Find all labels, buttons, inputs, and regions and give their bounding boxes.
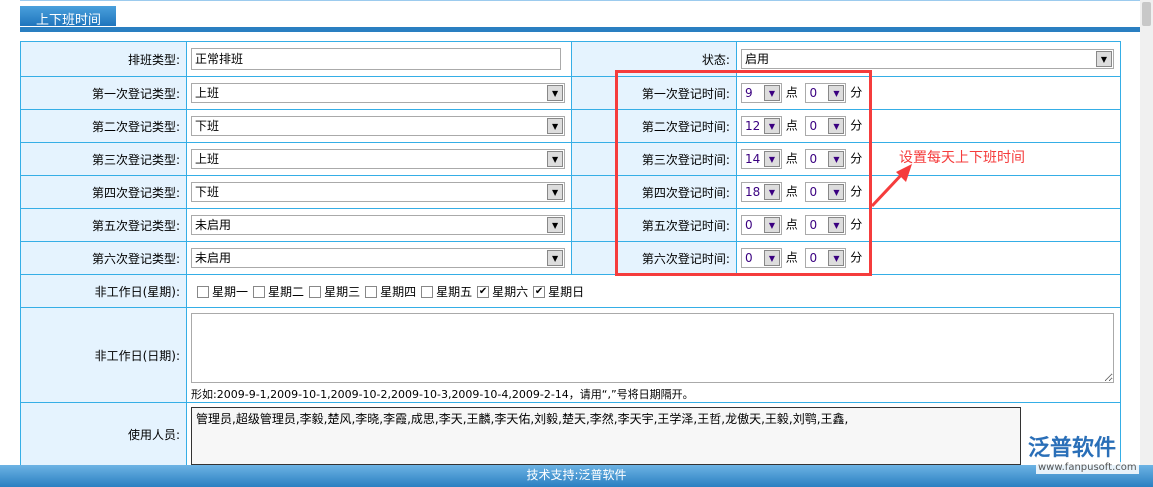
weekday-checkbox[interactable]: 星期五	[421, 283, 472, 300]
type-select[interactable]: 上班 ▼	[191, 83, 566, 103]
schedule-form: 排班类型: 正常排班 状态: 启用 ▼ 第一次登记类型: 上班 ▼ 第一次登记时间:…	[19, 41, 1122, 466]
weekday-checkbox[interactable]: 星期二	[253, 283, 304, 300]
type-label: 第五次登记类型:	[19, 208, 188, 242]
section-tab[interactable]: 上下班时间	[20, 6, 116, 28]
weekday-label: 星期四	[380, 284, 417, 299]
weekday-checkbox[interactable]: 星期三	[309, 283, 360, 300]
weekday-checkbox[interactable]: 星期一	[197, 283, 248, 300]
checkbox-icon[interactable]	[365, 286, 378, 298]
weekday-checkbox[interactable]: 星期四	[365, 283, 416, 300]
weekday-label: 星期五	[436, 284, 473, 299]
type-label: 第六次登记类型:	[19, 241, 188, 275]
type-label: 第一次登记类型:	[19, 76, 188, 110]
type-select[interactable]: 未启用 ▼	[191, 215, 566, 235]
chevron-down-icon: ▼	[547, 85, 564, 101]
type-label: 第三次登记类型:	[19, 142, 188, 176]
users-field[interactable]: 管理员,超级管理员,李毅,楚风,李晓,李霞,成思,李天,王麟,李天佑,刘毅,楚天…	[191, 407, 1022, 465]
weekday-checkboxes: 星期一 星期二 星期三 星期四 星期五 ✔ 星期六 ✔ 星期日	[186, 274, 1121, 308]
weekday-label: 星期日	[548, 284, 585, 299]
type-value: 上班	[195, 86, 220, 100]
section-bar	[20, 27, 1140, 32]
weekday-checkbox[interactable]: ✔ 星期六	[477, 283, 528, 300]
annotation-arrow-icon	[870, 164, 912, 208]
weekdays-label: 非工作日(星期):	[19, 274, 188, 308]
chevron-down-icon: ▼	[547, 250, 564, 266]
vertical-scrollbar[interactable]	[1140, 0, 1153, 465]
dates-textarea[interactable]	[191, 312, 1115, 383]
type-value: 上班	[195, 152, 220, 166]
chevron-down-icon: ▼	[547, 184, 564, 200]
type-value: 下班	[195, 119, 220, 133]
chevron-down-icon: ▼	[547, 217, 564, 233]
users-label: 使用人员:	[19, 402, 188, 466]
highlight-box	[615, 70, 872, 276]
scrollbar-thumb[interactable]	[1142, 2, 1151, 26]
weekday-checkbox[interactable]: ✔ 星期日	[533, 283, 584, 300]
type-select[interactable]: 下班 ▼	[191, 116, 566, 136]
type-select[interactable]: 下班 ▼	[191, 182, 566, 202]
logo-url: www.fanpusoft.com	[1036, 462, 1139, 474]
type-select[interactable]: 未启用 ▼	[191, 248, 566, 268]
footer: 技术支持:泛普软件	[0, 465, 1153, 487]
checkbox-icon[interactable]: ✔	[477, 286, 490, 298]
checkbox-icon[interactable]	[197, 286, 210, 298]
dates-label: 非工作日(日期):	[19, 307, 188, 403]
weekday-label: 星期六	[492, 284, 529, 299]
top-line	[20, 0, 1140, 1]
type-select[interactable]: 上班 ▼	[191, 149, 566, 169]
type-label: 第二次登记类型:	[19, 109, 188, 143]
logo: 泛普软件 www.fanpusoft.com	[1028, 436, 1139, 474]
type-value: 未启用	[195, 218, 232, 232]
weekday-label: 星期二	[268, 284, 305, 299]
weekday-label: 星期一	[212, 284, 249, 299]
shift-type-input[interactable]: 正常排班	[191, 48, 562, 70]
dates-hint: 形如:2009-9-1,2009-10-1,2009-10-2,2009-10-…	[191, 387, 694, 401]
annotation-text: 设置每天上下班时间	[899, 150, 1025, 166]
weekday-label: 星期三	[324, 284, 361, 299]
checkbox-icon[interactable]	[421, 286, 434, 298]
shift-type-label: 排班类型:	[19, 41, 188, 77]
logo-name: 泛普软件	[1028, 436, 1117, 461]
chevron-down-icon: ▼	[1095, 51, 1112, 67]
checkbox-icon[interactable]: ✔	[533, 286, 546, 298]
status-select[interactable]: 启用 ▼	[740, 49, 1114, 69]
type-value: 未启用	[195, 251, 232, 265]
status-value: 启用	[744, 52, 769, 66]
chevron-down-icon: ▼	[547, 118, 564, 134]
chevron-down-icon: ▼	[547, 151, 564, 167]
checkbox-icon[interactable]	[253, 286, 266, 298]
checkbox-icon[interactable]	[309, 286, 322, 298]
type-value: 下班	[195, 185, 220, 199]
type-label: 第四次登记类型:	[19, 175, 188, 209]
